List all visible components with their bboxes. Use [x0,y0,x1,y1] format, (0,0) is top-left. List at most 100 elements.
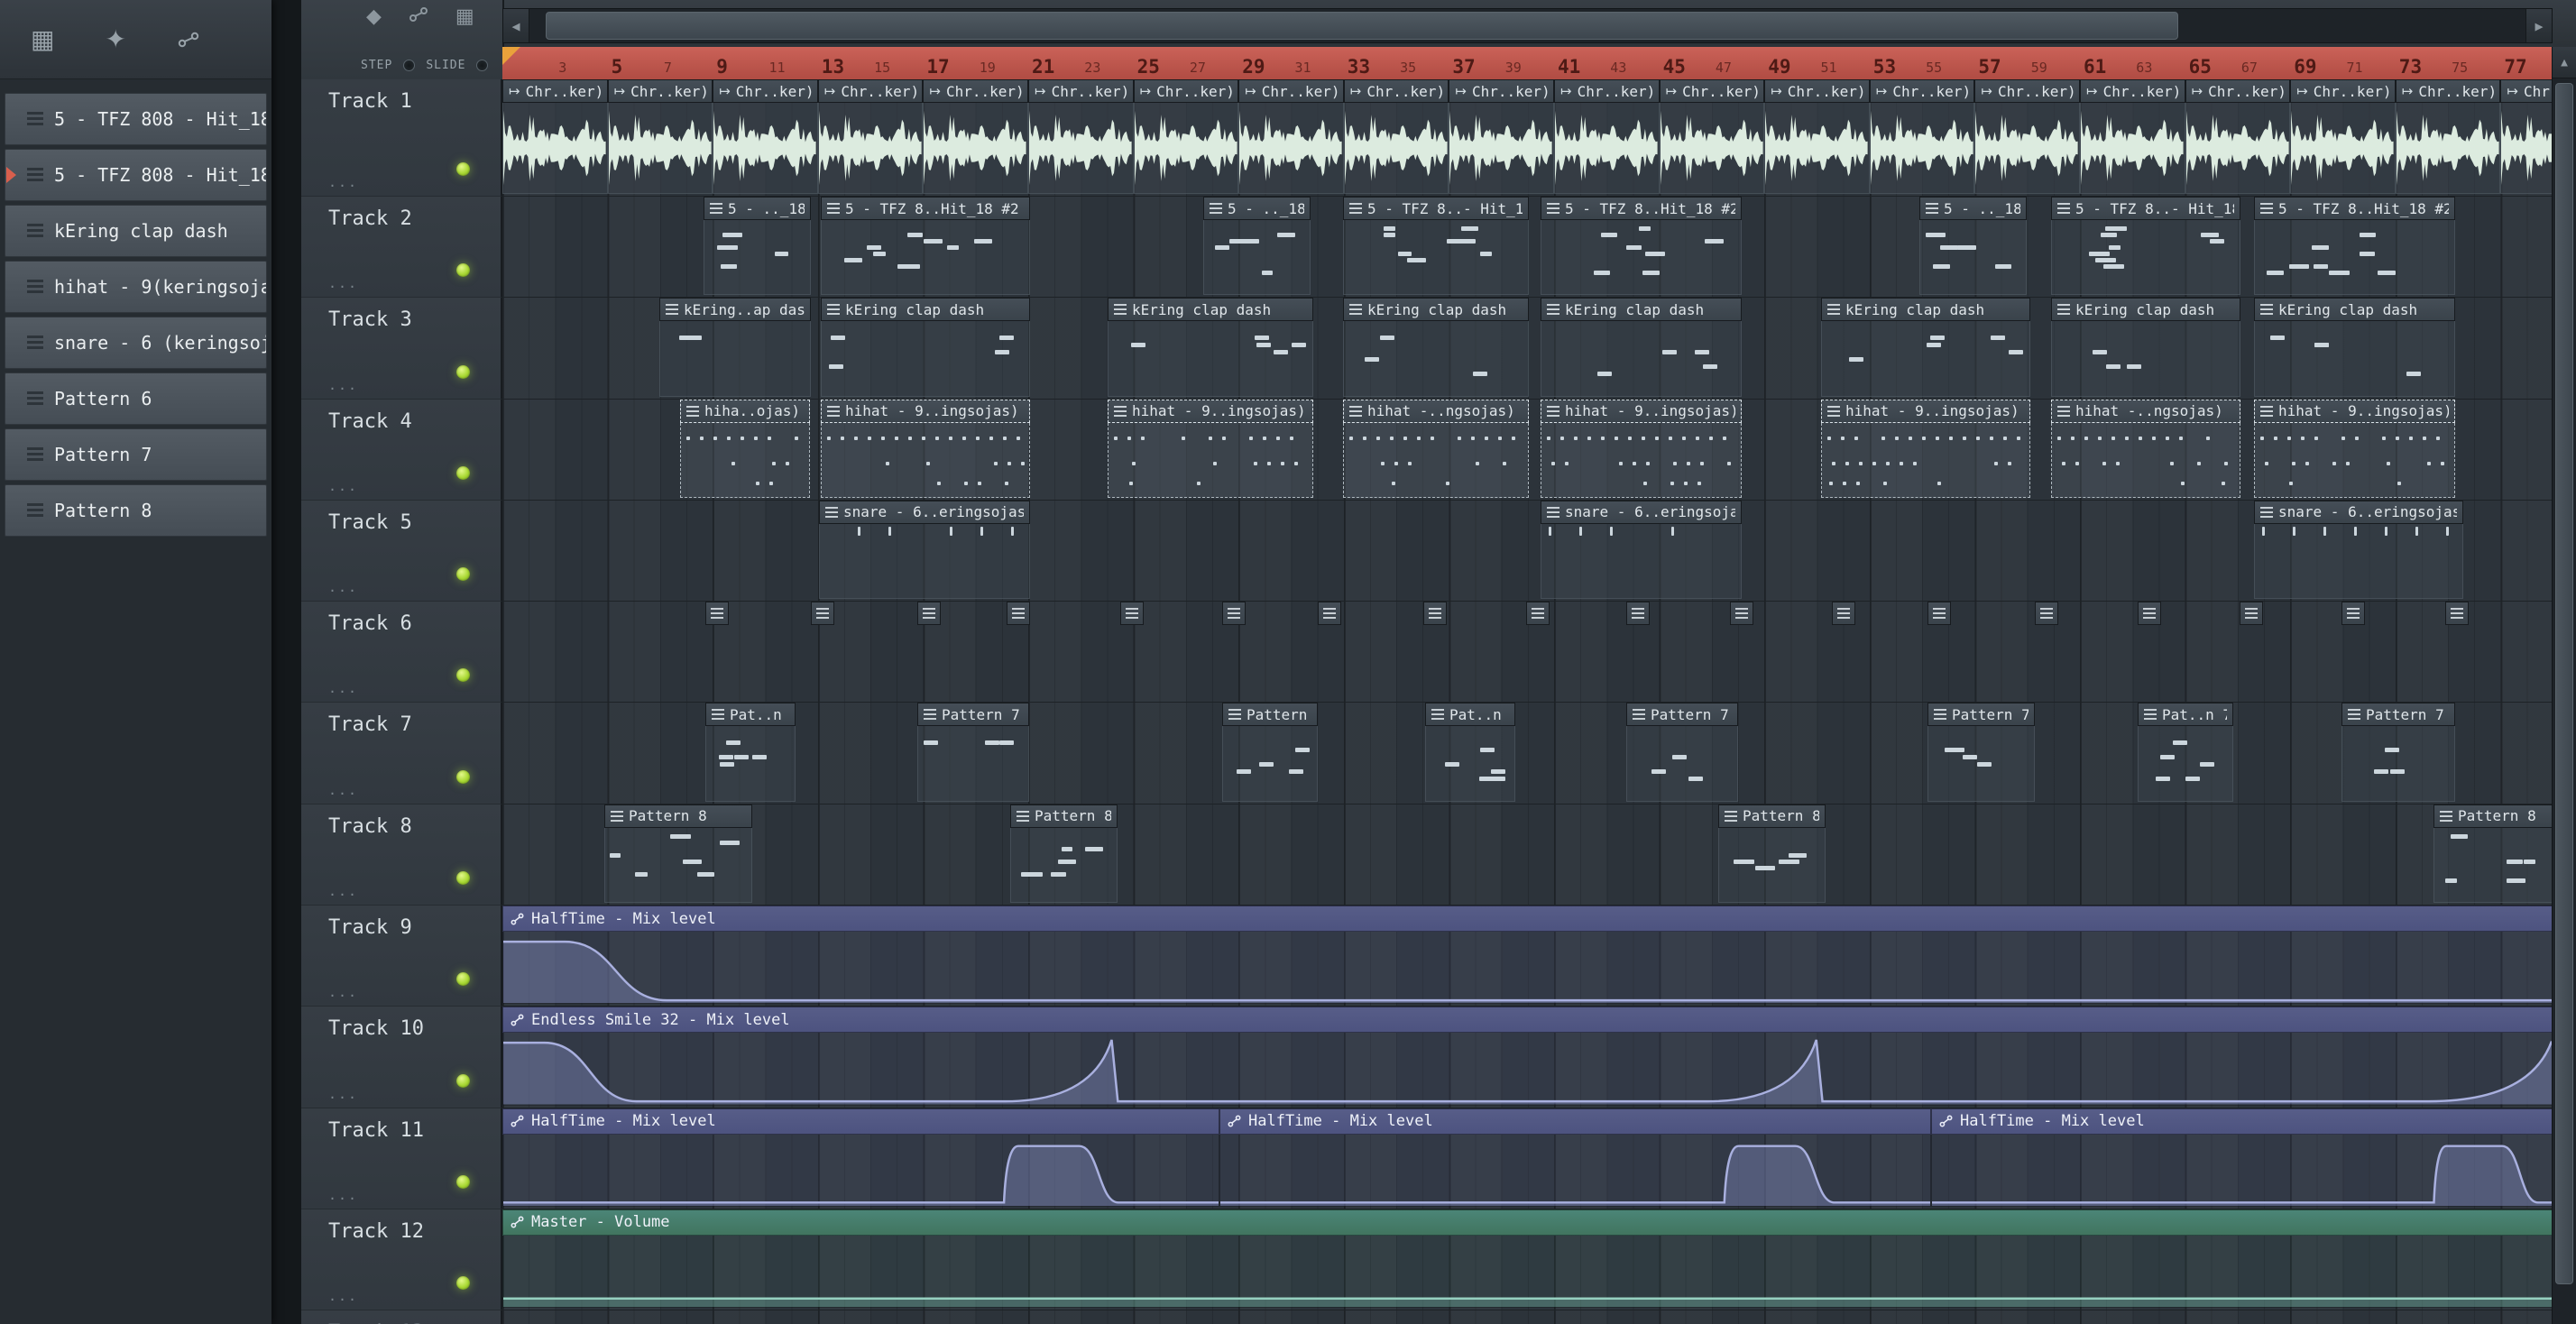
mini-pattern-clip[interactable] [1423,602,1447,626]
audio-clip[interactable]: ↦Chr..ker) [713,79,818,194]
pattern-clip[interactable]: Pattern 7 [1927,703,2035,802]
mini-pattern-clip[interactable] [1007,602,1030,626]
timeline-ruler[interactable]: 3 5 7 9 11 13 15 17 19 21 23 25 27 29 31 33 35 37 39 41 43 45… [502,47,2553,81]
mini-pattern-clip[interactable] [2341,602,2365,626]
mini-pattern-clip[interactable] [1526,602,1550,626]
diamond-icon[interactable]: ◆ [366,5,382,28]
pattern-clip[interactable]: Pattern 7 [917,703,1029,802]
pattern-item[interactable]: Pattern 7 [5,428,267,481]
track-header[interactable]: Track 7... [301,703,502,805]
track-options-dots[interactable]: ... [328,1086,358,1102]
pattern-item[interactable]: snare - 6 (keringsojas) [5,317,267,369]
pattern-clip[interactable]: Pat..n 7 [705,703,796,802]
pattern-clip[interactable]: kEring..ap dash [659,298,811,397]
pattern-clip[interactable]: hihat -..ngsojas) [2051,399,2240,498]
scroll-up-button[interactable]: ▲ [2553,47,2576,78]
mute-led[interactable] [456,871,470,886]
audio-clip[interactable]: ↦Chr..ker) [1659,79,1765,194]
track-header[interactable]: Track 1... [301,79,502,197]
track-header[interactable]: Track 13... [301,1310,502,1324]
track-header[interactable]: Track 11... [301,1108,502,1209]
mini-pattern-clip[interactable] [917,602,941,626]
mute-led[interactable] [456,567,470,582]
track-options-dots[interactable]: ... [328,984,358,1000]
mini-pattern-clip[interactable] [1626,602,1650,626]
pattern-clip[interactable]: kEring clap dash [2254,298,2455,397]
pattern-clip[interactable]: kEring clap dash [2051,298,2240,397]
pattern-clip[interactable]: Pattern 7 [1626,703,1738,802]
pattern-clip[interactable]: snare - 6..eringsojas) [819,500,1030,600]
audio-clip[interactable]: ↦Chr..ker) [2185,79,2291,194]
pattern-clip[interactable]: 5 - .._18 [704,197,811,296]
track-options-dots[interactable]: ... [328,275,358,291]
sparkle-icon[interactable]: ✦ [105,24,125,54]
pattern-clip[interactable]: hihat -..ngsojas) [1343,399,1529,498]
step-toggle[interactable] [403,60,416,71]
pattern-clip[interactable]: Pattern 8 [1718,804,1826,904]
pattern-clip[interactable]: hihat - 9..ingsojas) [1821,399,2030,498]
pattern-item[interactable]: kEring clap dash [5,205,267,257]
mini-pattern-clip[interactable] [1120,602,1144,626]
mini-pattern-clip[interactable] [1730,602,1753,626]
pattern-clip[interactable]: 5 - TFZ 8..- Hit_18 [2051,197,2240,296]
pattern-clip[interactable]: snare - 6..eringsojas) [2254,500,2463,600]
audio-clip[interactable]: ↦Chr..ker) [1974,79,2080,194]
horizontal-scrollbar[interactable]: ◀ ▶ [502,8,2553,43]
audio-clip[interactable]: ↦Chr..ker) [1133,79,1239,194]
mini-pattern-clip[interactable] [2035,602,2058,626]
track-header[interactable]: Track 8... [301,804,502,906]
mute-led[interactable] [456,668,470,683]
track-lane[interactable] [502,1310,2553,1324]
pattern-clip[interactable]: hihat - 9..ingsojas) [1541,399,1742,498]
grid-icon[interactable]: ▦ [455,5,474,28]
mute-led[interactable] [456,1073,470,1088]
audio-clip[interactable]: ↦Chr..ker) [1238,79,1344,194]
vertical-scrollbar[interactable]: ▲ [2552,47,2576,1324]
automation-clip[interactable]: HalfTime - Mix level [502,906,2553,1005]
pattern-clip[interactable]: Pattern 8 [2433,804,2553,904]
track-header[interactable]: Track 5... [301,500,502,602]
track-lane[interactable]: HalfTime - Mix level [502,906,2553,1007]
scroll-right-button[interactable]: ▶ [2525,9,2552,42]
audio-clip[interactable]: ↦Chr..ker) [1869,79,1975,194]
track-options-dots[interactable]: ... [328,1187,358,1203]
pattern-item[interactable]: Pattern 8 [5,484,267,537]
mute-led[interactable] [456,364,470,379]
track-options-dots[interactable]: ... [328,782,358,798]
audio-clip[interactable]: ↦Chr..ker) [2395,79,2501,194]
track-options-dots[interactable]: ... [328,680,358,696]
audio-clip[interactable]: ↦Chr..ker) [1764,79,1870,194]
pattern-clip[interactable]: hihat - 9..ingsojas) [821,399,1030,498]
slide-icon[interactable] [177,31,200,49]
audio-clip[interactable]: ↦Chr..ker) [1554,79,1660,194]
pattern-item[interactable]: 5 - TFZ 808 - Hit_18 [5,93,267,145]
automation-clip[interactable]: Endless Smile 32 - Mix level [502,1007,2553,1106]
mini-pattern-clip[interactable] [1222,602,1246,626]
track-lane[interactable]: Master - Volume [502,1209,2553,1311]
pattern-clip[interactable]: Pattern 8 [604,804,752,904]
track-lane[interactable]: Pat..n 7 Pattern 7 Pattern 7 Pat..n 7 Patter… [502,703,2553,805]
audio-clip[interactable]: ↦Chr..ker) [1449,79,1554,194]
grid-icon[interactable]: ▦ [31,24,54,54]
audio-clip[interactable]: ↦Chr..ker) [2080,79,2185,194]
audio-clip[interactable]: ↦Chr..ker) [502,79,608,194]
pattern-clip[interactable]: 5 - .._18 [1919,197,2027,296]
track-header[interactable]: Track 4... [301,399,502,501]
track-options-dots[interactable]: ... [328,883,358,899]
pattern-clip[interactable]: Pattern 8 [1010,804,1118,904]
pattern-clip[interactable]: snare - 6..eringsojas) [1541,500,1742,600]
pattern-clip[interactable]: kEring clap dash [1343,298,1529,397]
pattern-clip[interactable]: 5 - TFZ 8..Hit_18 #2 [821,197,1030,296]
pattern-clip[interactable]: hihat - 9..ingsojas) [1108,399,1313,498]
audio-clip[interactable]: ↦Chr..ker) [923,79,1028,194]
mute-led[interactable] [456,1276,470,1291]
playhead-marker[interactable] [502,47,520,65]
pattern-item[interactable]: Pattern 6 [5,372,267,425]
pattern-clip[interactable]: Pattern 7 [2341,703,2455,802]
audio-clip[interactable]: ↦Chr..ker) [1343,79,1449,194]
track-options-dots[interactable]: ... [328,377,358,393]
track-lane[interactable] [502,602,2553,703]
horizontal-scroll-thumb[interactable] [546,12,2178,40]
vertical-scroll-thumb[interactable] [2555,83,2573,1284]
slide-toggle[interactable] [476,60,489,71]
